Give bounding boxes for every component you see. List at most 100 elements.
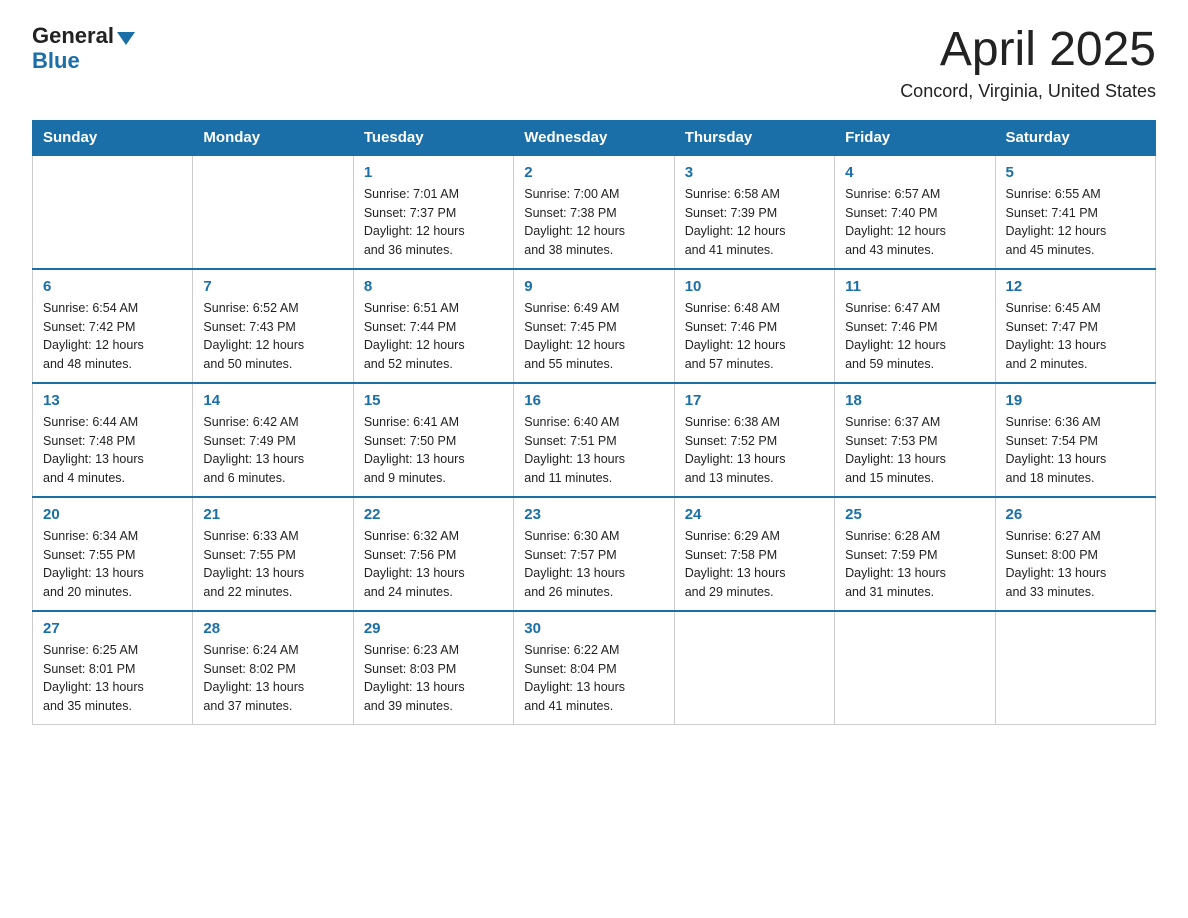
logo-blue: Blue [32,48,80,74]
day-number: 25 [845,506,984,523]
day-number: 22 [364,506,503,523]
day-number: 12 [1006,278,1145,295]
col-header-saturday: Saturday [995,120,1155,155]
day-info: Sunrise: 6:28 AM Sunset: 7:59 PM Dayligh… [845,527,984,602]
calendar-cell: 8Sunrise: 6:51 AM Sunset: 7:44 PM Daylig… [353,269,513,383]
col-header-tuesday: Tuesday [353,120,513,155]
week-row-4: 20Sunrise: 6:34 AM Sunset: 7:55 PM Dayli… [33,497,1156,611]
calendar-cell: 21Sunrise: 6:33 AM Sunset: 7:55 PM Dayli… [193,497,353,611]
day-number: 14 [203,392,342,409]
col-header-sunday: Sunday [33,120,193,155]
day-number: 17 [685,392,824,409]
calendar-cell: 24 Sunrise: 6:29 AM Sunset: 7:58 PM Dayli… [674,497,834,611]
calendar-cell: 3 Sunrise: 6:58 AM Sunset: 7:39 PM Daylig… [674,155,834,269]
day-info: Sunrise: 6:23 AM Sunset: 8:03 PM Dayligh… [364,641,503,716]
day-info: Sunrise: 6:24 AM Sunset: 8:02 PM Dayligh… [203,641,342,716]
calendar-cell: 14 Sunrise: 6:42 AM Sunset: 7:49 PM Dayli… [193,383,353,497]
day-number: 24 [685,506,824,523]
calendar-table: SundayMondayTuesdayWednesdayThursdayFrid… [32,120,1156,725]
day-info: Sunrise: 6:45 AM Sunset: 7:47 PM Dayligh… [1006,299,1145,374]
calendar-cell: 1Sunrise: 7:01 AM Sunset: 7:37 PM Daylig… [353,155,513,269]
calendar-cell: 13Sunrise: 6:44 AM Sunset: 7:48 PM Dayli… [33,383,193,497]
calendar-cell: 29 Sunrise: 6:23 AM Sunset: 8:03 PM Dayli… [353,611,513,725]
day-number: 9 [524,278,663,295]
day-info: Sunrise: 6:55 AM Sunset: 7:41 PM Dayligh… [1006,185,1145,260]
page-subtitle: Concord, Virginia, United States [900,81,1156,102]
day-info: Sunrise: 6:37 AM Sunset: 7:53 PM Dayligh… [845,413,984,488]
calendar-cell: 4 Sunrise: 6:57 AM Sunset: 7:40 PM Daylig… [835,155,995,269]
week-row-2: 6 Sunrise: 6:54 AM Sunset: 7:42 PM Daylig… [33,269,1156,383]
calendar-cell: 2Sunrise: 7:00 AM Sunset: 7:38 PM Daylig… [514,155,674,269]
calendar-cell: 15 Sunrise: 6:41 AM Sunset: 7:50 PM Dayli… [353,383,513,497]
day-number: 10 [685,278,824,295]
day-number: 19 [1006,392,1145,409]
day-number: 27 [43,620,182,637]
day-info: Sunrise: 6:36 AM Sunset: 7:54 PM Dayligh… [1006,413,1145,488]
week-row-1: 1Sunrise: 7:01 AM Sunset: 7:37 PM Daylig… [33,155,1156,269]
day-number: 15 [364,392,503,409]
day-info: Sunrise: 6:33 AM Sunset: 7:55 PM Dayligh… [203,527,342,602]
day-number: 23 [524,506,663,523]
calendar-cell: 28 Sunrise: 6:24 AM Sunset: 8:02 PM Dayli… [193,611,353,725]
day-info: Sunrise: 6:29 AM Sunset: 7:58 PM Dayligh… [685,527,824,602]
logo: General Blue [32,24,135,74]
day-info: Sunrise: 6:25 AM Sunset: 8:01 PM Dayligh… [43,641,182,716]
day-info: Sunrise: 6:30 AM Sunset: 7:57 PM Dayligh… [524,527,663,602]
day-info: Sunrise: 6:49 AM Sunset: 7:45 PM Dayligh… [524,299,663,374]
calendar-cell: 16 Sunrise: 6:40 AM Sunset: 7:51 PM Dayli… [514,383,674,497]
logo-general: General [32,24,114,48]
day-number: 18 [845,392,984,409]
day-info: Sunrise: 6:52 AM Sunset: 7:43 PM Dayligh… [203,299,342,374]
day-number: 16 [524,392,663,409]
calendar-cell: 18 Sunrise: 6:37 AM Sunset: 7:53 PM Dayli… [835,383,995,497]
calendar-cell: 30 Sunrise: 6:22 AM Sunset: 8:04 PM Dayli… [514,611,674,725]
day-number: 28 [203,620,342,637]
day-info: Sunrise: 6:58 AM Sunset: 7:39 PM Dayligh… [685,185,824,260]
day-info: Sunrise: 6:57 AM Sunset: 7:40 PM Dayligh… [845,185,984,260]
page-title: April 2025 [900,24,1156,77]
calendar-cell: 25 Sunrise: 6:28 AM Sunset: 7:59 PM Dayli… [835,497,995,611]
calendar-cell [33,155,193,269]
logo-triangle-icon [117,32,135,45]
day-number: 30 [524,620,663,637]
day-number: 8 [364,278,503,295]
title-area: April 2025 Concord, Virginia, United Sta… [900,24,1156,102]
day-number: 5 [1006,164,1145,181]
day-number: 3 [685,164,824,181]
calendar-cell: 23 Sunrise: 6:30 AM Sunset: 7:57 PM Dayli… [514,497,674,611]
week-row-3: 13Sunrise: 6:44 AM Sunset: 7:48 PM Dayli… [33,383,1156,497]
day-number: 20 [43,506,182,523]
calendar-cell: 6 Sunrise: 6:54 AM Sunset: 7:42 PM Daylig… [33,269,193,383]
day-info: Sunrise: 6:22 AM Sunset: 8:04 PM Dayligh… [524,641,663,716]
day-number: 29 [364,620,503,637]
day-info: Sunrise: 6:42 AM Sunset: 7:49 PM Dayligh… [203,413,342,488]
col-header-friday: Friday [835,120,995,155]
day-info: Sunrise: 6:48 AM Sunset: 7:46 PM Dayligh… [685,299,824,374]
day-number: 6 [43,278,182,295]
day-info: Sunrise: 6:47 AM Sunset: 7:46 PM Dayligh… [845,299,984,374]
day-info: Sunrise: 7:01 AM Sunset: 7:37 PM Dayligh… [364,185,503,260]
calendar-cell: 26 Sunrise: 6:27 AM Sunset: 8:00 PM Dayli… [995,497,1155,611]
calendar-cell [674,611,834,725]
day-info: Sunrise: 6:27 AM Sunset: 8:00 PM Dayligh… [1006,527,1145,602]
calendar-cell: 19 Sunrise: 6:36 AM Sunset: 7:54 PM Dayli… [995,383,1155,497]
calendar-cell: 20Sunrise: 6:34 AM Sunset: 7:55 PM Dayli… [33,497,193,611]
calendar-cell [995,611,1155,725]
day-info: Sunrise: 6:32 AM Sunset: 7:56 PM Dayligh… [364,527,503,602]
calendar-cell: 17Sunrise: 6:38 AM Sunset: 7:52 PM Dayli… [674,383,834,497]
calendar-cell: 22 Sunrise: 6:32 AM Sunset: 7:56 PM Dayli… [353,497,513,611]
calendar-cell: 7Sunrise: 6:52 AM Sunset: 7:43 PM Daylig… [193,269,353,383]
calendar-cell [193,155,353,269]
calendar-cell [835,611,995,725]
day-info: Sunrise: 7:00 AM Sunset: 7:38 PM Dayligh… [524,185,663,260]
day-info: Sunrise: 6:54 AM Sunset: 7:42 PM Dayligh… [43,299,182,374]
calendar-cell: 11Sunrise: 6:47 AM Sunset: 7:46 PM Dayli… [835,269,995,383]
day-number: 4 [845,164,984,181]
calendar-cell: 9 Sunrise: 6:49 AM Sunset: 7:45 PM Daylig… [514,269,674,383]
day-number: 13 [43,392,182,409]
day-number: 26 [1006,506,1145,523]
col-header-monday: Monday [193,120,353,155]
day-info: Sunrise: 6:40 AM Sunset: 7:51 PM Dayligh… [524,413,663,488]
col-header-thursday: Thursday [674,120,834,155]
day-info: Sunrise: 6:41 AM Sunset: 7:50 PM Dayligh… [364,413,503,488]
